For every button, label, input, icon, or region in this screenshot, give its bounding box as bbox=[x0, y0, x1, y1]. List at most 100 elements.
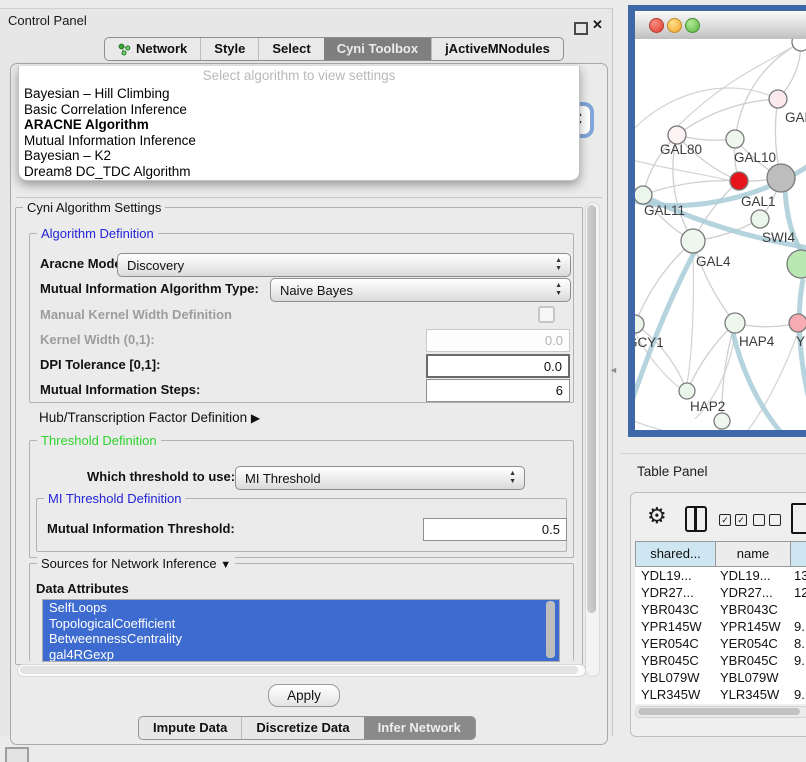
table-row[interactable]: YDL19...YDL19...13 bbox=[635, 567, 806, 584]
network-node-gal4[interactable] bbox=[681, 229, 705, 253]
group-title: Algorithm Definition bbox=[37, 226, 158, 241]
table-cell: YER054C bbox=[714, 635, 788, 652]
node-label: GAL1 bbox=[741, 194, 776, 209]
selected-value: Naive Bayes bbox=[271, 283, 555, 298]
algorithm-option[interactable]: Basic Correlation Inference bbox=[19, 102, 579, 118]
minimized-panel-icon[interactable] bbox=[5, 747, 29, 762]
mi-threshold-field[interactable]: 0.5 bbox=[423, 518, 567, 541]
algorithm-option[interactable]: Mutual Information Inference bbox=[19, 133, 579, 149]
tab-network[interactable]: Network bbox=[105, 38, 200, 60]
network-node-swi4[interactable] bbox=[751, 210, 769, 228]
list-item[interactable]: BetweennessCentrality bbox=[43, 631, 559, 647]
network-node-hap2[interactable] bbox=[679, 383, 695, 399]
new-file-icon[interactable] bbox=[791, 503, 806, 534]
table-row[interactable]: YDR27...YDR27...12 bbox=[635, 584, 806, 601]
tab-discretize-data[interactable]: Discretize Data bbox=[241, 717, 363, 739]
table-row[interactable]: YBL079WYBL079W bbox=[635, 669, 806, 686]
scrollbar-thumb[interactable] bbox=[587, 205, 596, 613]
tab-select[interactable]: Select bbox=[258, 38, 323, 60]
column-header-shared[interactable]: shared... bbox=[636, 542, 715, 566]
algorithm-dropdown-popup: Select algorithm to view settings Bayesi… bbox=[18, 66, 580, 181]
table-row[interactable]: YPR145WYPR145W9. bbox=[635, 618, 806, 635]
network-node-gal11[interactable] bbox=[635, 186, 652, 204]
select-all-icon[interactable]: ✓ ✓ bbox=[719, 514, 747, 526]
table-cell: YIL052C bbox=[714, 703, 788, 704]
network-node-gal1[interactable] bbox=[730, 172, 748, 190]
column-header[interactable] bbox=[790, 542, 806, 566]
list-item[interactable]: TopologicalCoefficient bbox=[43, 616, 559, 632]
expand-arrow-icon[interactable]: ▶ bbox=[251, 411, 260, 425]
unchecked-box-icon bbox=[753, 514, 765, 526]
table-panel-title: Table Panel bbox=[637, 464, 708, 479]
table-row[interactable]: YIL052CYIL052C9. bbox=[635, 703, 806, 704]
network-node-gal10[interactable] bbox=[726, 130, 744, 148]
which-threshold-select[interactable]: MI Threshold ▲▼ bbox=[235, 466, 525, 490]
network-node[interactable] bbox=[714, 413, 730, 429]
divider bbox=[16, 197, 602, 198]
hub-section-label[interactable]: Hub/Transcription Factor Definition ▶ bbox=[39, 410, 260, 425]
list-scrollbar-thumb[interactable] bbox=[546, 601, 555, 658]
bottom-tabbar: Impute Data Discretize Data Infer Networ… bbox=[138, 716, 476, 740]
float-window-icon[interactable] bbox=[574, 22, 588, 35]
scrollbar-thumb[interactable] bbox=[638, 708, 800, 715]
algorithm-option[interactable]: Dream8 DC_TDC Algorithm bbox=[19, 164, 579, 180]
collapse-arrow-icon[interactable]: ▼ bbox=[220, 559, 231, 571]
algorithm-option[interactable]: Bayesian – Hill Climbing bbox=[19, 86, 579, 102]
network-edge bbox=[635, 419, 722, 430]
network-edge bbox=[643, 181, 739, 195]
tab-infer-network[interactable]: Infer Network bbox=[364, 717, 475, 739]
which-threshold-label: Which threshold to use: bbox=[87, 469, 235, 484]
mi-steps-field[interactable]: 6 bbox=[426, 379, 570, 402]
sources-title-text: Sources for Network Inference bbox=[41, 556, 217, 571]
tab-jactivemnodules[interactable]: jActiveMNodules bbox=[431, 38, 563, 60]
algorithm-definition-group: Algorithm Definition Aracne Mode: Discov… bbox=[29, 233, 574, 403]
dpi-tolerance-field[interactable]: 0.0 bbox=[426, 354, 570, 378]
scrollbar-thumb[interactable] bbox=[20, 666, 578, 674]
network-node-y[interactable] bbox=[789, 314, 806, 332]
network-canvas[interactable]: GALGAL80GAL10GAL1GAL11SWI4GAL4GCY1HAP4YH… bbox=[635, 39, 806, 430]
mi-type-select[interactable]: Naive Bayes ▲▼ bbox=[270, 278, 571, 302]
manual-kernel-checkbox[interactable] bbox=[538, 306, 555, 323]
column-header-name[interactable]: name bbox=[715, 542, 790, 566]
aracne-mode-select[interactable]: Discovery ▲▼ bbox=[117, 253, 571, 277]
network-node[interactable] bbox=[767, 164, 795, 192]
table-row[interactable]: YLR345WYLR345W9. bbox=[635, 686, 806, 703]
list-scrollbar[interactable] bbox=[546, 601, 555, 658]
apply-button[interactable]: Apply bbox=[268, 684, 340, 707]
selected-value: MI Threshold bbox=[236, 471, 509, 486]
minimize-traffic-light-icon[interactable] bbox=[667, 18, 682, 33]
tab-cyni-toolbox[interactable]: Cyni Toolbox bbox=[324, 38, 431, 60]
sources-group: Sources for Network Inference ▼ Data Att… bbox=[29, 563, 574, 661]
tab-impute-data[interactable]: Impute Data bbox=[139, 717, 241, 739]
table-header: shared... name bbox=[635, 541, 806, 567]
network-node[interactable] bbox=[792, 39, 806, 51]
deselect-all-icon[interactable] bbox=[753, 514, 781, 526]
close-icon[interactable]: ✕ bbox=[592, 17, 603, 33]
table-cell: YER054C bbox=[635, 635, 714, 652]
network-node-hap4[interactable] bbox=[725, 313, 745, 333]
table-horizontal-scrollbar[interactable] bbox=[635, 706, 806, 718]
algorithm-option[interactable]: Bayesian – K2 bbox=[19, 148, 579, 164]
data-attributes-list[interactable]: SelfLoops TopologicalCoefficient Between… bbox=[42, 599, 560, 662]
tab-style[interactable]: Style bbox=[200, 38, 258, 60]
panel-sash-arrow-icon[interactable]: ◄ bbox=[609, 365, 618, 375]
list-item[interactable]: gal4RGexp bbox=[43, 647, 559, 663]
table-row[interactable]: YBR043CYBR043C bbox=[635, 601, 806, 618]
table-row[interactable]: YER054CYER054C8. bbox=[635, 635, 806, 652]
algorithm-option[interactable]: ARACNE Algorithm bbox=[19, 117, 579, 133]
group-title: Cyni Algorithm Settings bbox=[23, 200, 165, 215]
gear-icon[interactable]: ⚙ bbox=[647, 501, 667, 531]
close-traffic-light-icon[interactable] bbox=[649, 18, 664, 33]
split-columns-icon[interactable] bbox=[685, 506, 707, 532]
zoom-traffic-light-icon[interactable] bbox=[685, 18, 700, 33]
settings-horizontal-scrollbar[interactable] bbox=[17, 664, 586, 677]
network-window-titlebar[interactable] bbox=[635, 11, 806, 40]
network-edge bbox=[687, 323, 735, 391]
table-cell: YBR045C bbox=[714, 652, 788, 669]
table-row[interactable]: YBR045CYBR045C9. bbox=[635, 652, 806, 669]
list-item[interactable]: SelfLoops bbox=[43, 600, 559, 616]
network-node[interactable] bbox=[787, 250, 806, 278]
network-node-gal[interactable] bbox=[769, 90, 787, 108]
table-cell: YDL19... bbox=[714, 567, 788, 584]
settings-vertical-scrollbar[interactable] bbox=[585, 202, 600, 677]
